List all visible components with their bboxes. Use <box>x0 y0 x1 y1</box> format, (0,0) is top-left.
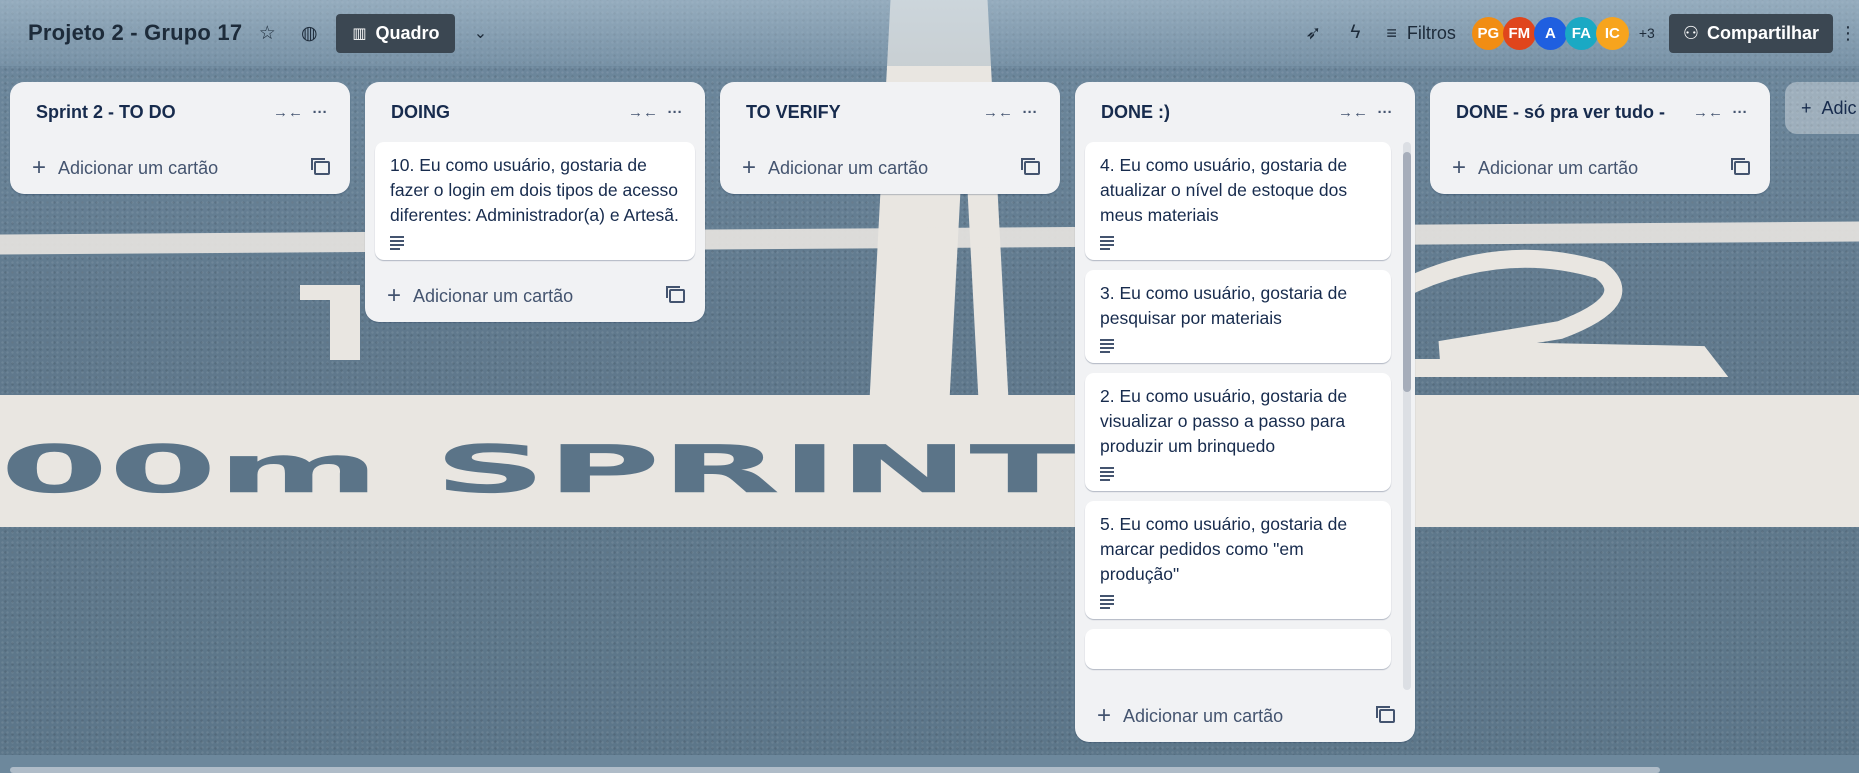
list-title[interactable]: Sprint 2 - TO DO <box>36 102 272 123</box>
power-ups-icon[interactable]: ➶ <box>1296 16 1330 50</box>
description-icon <box>1100 339 1116 353</box>
plus-icon: + <box>742 154 757 181</box>
card-partial[interactable] <box>1085 629 1391 669</box>
description-icon <box>1100 595 1116 609</box>
list-menu-icon[interactable]: ··· <box>659 96 691 128</box>
card[interactable]: 3. Eu como usuário, gostaria de pesquisa… <box>1085 270 1391 363</box>
filters-label: Filtros <box>1406 22 1456 43</box>
collapse-icon[interactable]: →← <box>1692 96 1724 128</box>
plus-icon: + <box>1801 97 1812 118</box>
list-title[interactable]: TO VERIFY <box>746 102 982 123</box>
view-label: Quadro <box>375 22 440 43</box>
add-card-label: Adicionar um cartão <box>1478 157 1639 178</box>
visibility-icon[interactable]: ◍ <box>292 16 326 50</box>
automation-icon[interactable]: ϟ <box>1338 16 1372 50</box>
card-list[interactable]: 4. Eu como usuário, gostaria de atualiza… <box>1075 142 1415 690</box>
add-card-label: Adicionar um cartão <box>413 285 574 306</box>
view-switcher-button[interactable]: ▥ Quadro <box>336 13 456 53</box>
board-menu-icon[interactable]: ⋮ <box>1839 23 1859 44</box>
card[interactable]: 2. Eu como usuário, gostaria de visualiz… <box>1085 373 1391 491</box>
plus-icon: + <box>1097 702 1112 729</box>
star-icon[interactable]: ☆ <box>250 16 284 50</box>
description-icon <box>1100 236 1116 250</box>
add-list-button[interactable]: + Adic <box>1785 82 1859 134</box>
list-title[interactable]: DONE - só pra ver tudo - <box>1456 102 1692 123</box>
card[interactable]: 5. Eu como usuário, gostaria de marcar p… <box>1085 501 1391 619</box>
template-icon[interactable] <box>311 158 330 175</box>
avatar[interactable]: FM <box>1502 16 1536 50</box>
add-card-button[interactable]: + Adicionar um cartão <box>720 142 1060 194</box>
list-menu-icon[interactable]: ··· <box>1369 96 1401 128</box>
card-title: 2. Eu como usuário, gostaria de visualiz… <box>1100 386 1348 456</box>
add-card-label: Adicionar um cartão <box>1123 705 1284 726</box>
card-title: 10. Eu como usuário, gostaria de fazer o… <box>390 155 679 225</box>
list-title[interactable]: DOING <box>391 102 627 123</box>
card[interactable]: 4. Eu como usuário, gostaria de atualiza… <box>1085 142 1391 260</box>
list-header: DOING →← ··· <box>365 82 705 142</box>
card-list: 10. Eu como usuário, gostaria de fazer o… <box>365 142 705 260</box>
description-icon <box>1100 467 1116 481</box>
header-actions: ➶ ϟ ≡ Filtros PG FM A FA IC +3 ⚇ Compartilha… <box>1288 0 1859 66</box>
list-header: Sprint 2 - TO DO →← ··· <box>10 82 350 142</box>
add-card-label: Adicionar um cartão <box>768 157 929 178</box>
board-members: PG FM A FA IC <box>1471 16 1629 50</box>
avatar[interactable]: IC <box>1595 16 1629 50</box>
plus-icon: + <box>32 154 47 181</box>
filters-button[interactable]: ≡ Filtros <box>1386 23 1456 44</box>
template-icon[interactable] <box>1021 158 1040 175</box>
list-menu-icon[interactable]: ··· <box>1014 96 1046 128</box>
list-header: DONE - só pra ver tudo - →← ··· <box>1430 82 1770 142</box>
add-card-button[interactable]: + Adicionar um cartão <box>10 142 350 194</box>
board-header: Projeto 2 - Grupo 17 ☆ ◍ ▥ Quadro ⌄ ➶ ϟ … <box>0 0 1859 66</box>
members-more-count[interactable]: +3 <box>1639 25 1655 41</box>
template-icon[interactable] <box>1376 706 1395 723</box>
board-title[interactable]: Projeto 2 - Grupo 17 <box>28 20 242 46</box>
collapse-icon[interactable]: →← <box>272 96 304 128</box>
add-list-label: Adic <box>1821 97 1857 118</box>
svg-text:00m SPRINT: 00m SPRINT <box>0 432 1076 509</box>
collapse-icon[interactable]: →← <box>1337 96 1369 128</box>
list-done-ver-tudo: DONE - só pra ver tudo - →← ··· + Adicio… <box>1430 82 1770 194</box>
list-sprint-2-todo: Sprint 2 - TO DO →← ··· + Adicionar um c… <box>10 82 350 194</box>
add-card-button[interactable]: + Adicionar um cartão <box>1075 690 1415 742</box>
card-title: 4. Eu como usuário, gostaria de atualiza… <box>1100 155 1348 225</box>
avatar[interactable]: FA <box>1564 16 1598 50</box>
add-card-label: Adicionar um cartão <box>58 157 219 178</box>
template-icon[interactable] <box>1731 158 1750 175</box>
add-person-icon: ⚇ <box>1682 22 1699 43</box>
collapse-icon[interactable]: →← <box>627 96 659 128</box>
card[interactable]: 10. Eu como usuário, gostaria de fazer o… <box>375 142 695 260</box>
share-button[interactable]: ⚇ Compartilhar <box>1668 13 1833 53</box>
list-header: DONE :) →← ··· <box>1075 82 1415 142</box>
share-label: Compartilhar <box>1706 22 1819 43</box>
add-card-button[interactable]: + Adicionar um cartão <box>1430 142 1770 194</box>
avatar[interactable]: PG <box>1471 16 1505 50</box>
chevron-down-icon[interactable]: ⌄ <box>463 16 497 50</box>
list-scrollbar[interactable] <box>1403 142 1411 690</box>
list-title[interactable]: DONE :) <box>1101 102 1337 123</box>
board-horizontal-scrollbar[interactable] <box>10 767 1660 773</box>
list-doing: DOING →← ··· 10. Eu como usuário, gostar… <box>365 82 705 322</box>
avatar[interactable]: A <box>1533 16 1567 50</box>
add-card-button[interactable]: + Adicionar um cartão <box>365 270 705 322</box>
plus-icon: + <box>387 282 402 309</box>
scrollbar-thumb[interactable] <box>1403 152 1411 392</box>
board-view-icon: ▥ <box>352 25 366 42</box>
collapse-icon[interactable]: →← <box>982 96 1014 128</box>
list-done: DONE :) →← ··· 4. Eu como usuário, gosta… <box>1075 82 1415 742</box>
card-title: 5. Eu como usuário, gostaria de marcar p… <box>1100 514 1348 584</box>
list-menu-icon[interactable]: ··· <box>1724 96 1756 128</box>
plus-icon: + <box>1452 154 1467 181</box>
list-header: TO VERIFY →← ··· <box>720 82 1060 142</box>
list-menu-icon[interactable]: ··· <box>304 96 336 128</box>
description-icon <box>390 236 406 250</box>
template-icon[interactable] <box>666 286 685 303</box>
filter-icon: ≡ <box>1386 22 1397 43</box>
card-title: 3. Eu como usuário, gostaria de pesquisa… <box>1100 283 1348 328</box>
list-to-verify: TO VERIFY →← ··· + Adicionar um cartão <box>720 82 1060 194</box>
